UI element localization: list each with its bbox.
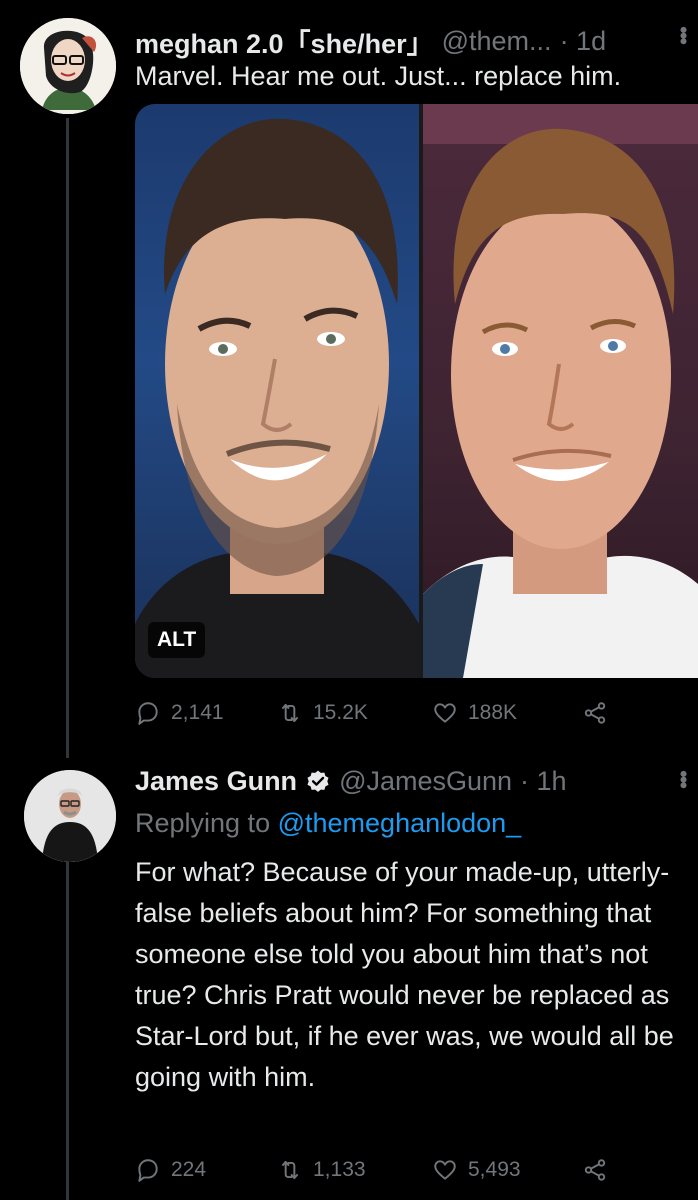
tweet1-timestamp[interactable]: · 1d	[560, 26, 607, 57]
avatar-photo	[24, 770, 116, 862]
reply-handle[interactable]: @themeghanlodon_	[278, 808, 522, 838]
tweet2-text: For what? Because of your made-up, utter…	[135, 857, 674, 1092]
avatar-meghan[interactable]	[20, 18, 116, 114]
tweet1-media[interactable]: ALT	[135, 104, 698, 678]
avatar-james-gunn[interactable]	[24, 770, 116, 862]
retweet-button[interactable]: 1,133	[277, 1157, 432, 1183]
reply-button[interactable]: 224	[135, 1157, 277, 1183]
tweet2-more-icon[interactable]: •••	[671, 770, 696, 787]
thread-line-upper	[66, 118, 69, 758]
media-photo-left[interactable]: ALT	[135, 104, 419, 678]
retweet-count: 15.2K	[313, 701, 368, 724]
retweet-count: 1,133	[313, 1158, 366, 1181]
retweet-button[interactable]: 15.2K	[277, 700, 432, 726]
alt-badge[interactable]: ALT	[148, 622, 206, 658]
share-button[interactable]	[582, 700, 608, 726]
share-button[interactable]	[582, 1157, 608, 1183]
portrait-left	[135, 118, 419, 678]
reply-context: Replying to @themeghanlodon_	[135, 808, 521, 839]
share-icon	[584, 1159, 606, 1181]
tweet1-text: Marvel. Hear me out. Just... replace him…	[135, 61, 622, 91]
tweet1-actions: 2,141 15.2K 188K	[135, 700, 615, 726]
tweet2-author-handle[interactable]: @JamesGunn	[339, 766, 512, 797]
reply-button[interactable]: 2,141	[135, 700, 277, 726]
reply-count: 2,141	[171, 701, 224, 724]
avatar-illustration	[20, 18, 116, 114]
tweet2-author-name[interactable]: James Gunn	[135, 766, 297, 797]
tweet2-header: James Gunn @JamesGunn · 1h	[135, 766, 567, 797]
like-button[interactable]: 5,493	[432, 1157, 582, 1183]
like-icon	[434, 703, 456, 723]
reply-prefix: Replying to	[135, 808, 271, 838]
verified-icon	[307, 770, 329, 792]
like-icon	[434, 1160, 456, 1180]
reply-count: 224	[171, 1158, 207, 1181]
tweet1-more-icon[interactable]: •••	[671, 26, 696, 43]
share-icon	[584, 702, 606, 724]
reply-icon	[138, 1159, 158, 1182]
media-photo-right[interactable]	[423, 104, 698, 678]
retweet-icon	[281, 1160, 299, 1180]
like-count: 5,493	[468, 1158, 521, 1181]
tweet2-timestamp[interactable]: · 1h	[520, 766, 567, 797]
tweet2-actions: 224 1,133 5,493	[135, 1157, 615, 1183]
like-count: 188K	[468, 701, 518, 724]
like-button[interactable]: 188K	[432, 700, 582, 726]
retweet-icon	[281, 703, 299, 723]
portrait-right	[423, 104, 698, 678]
thread-line-lower	[66, 850, 69, 1200]
tweet1-author-handle[interactable]: @them...	[442, 26, 552, 57]
reply-icon	[138, 702, 158, 725]
